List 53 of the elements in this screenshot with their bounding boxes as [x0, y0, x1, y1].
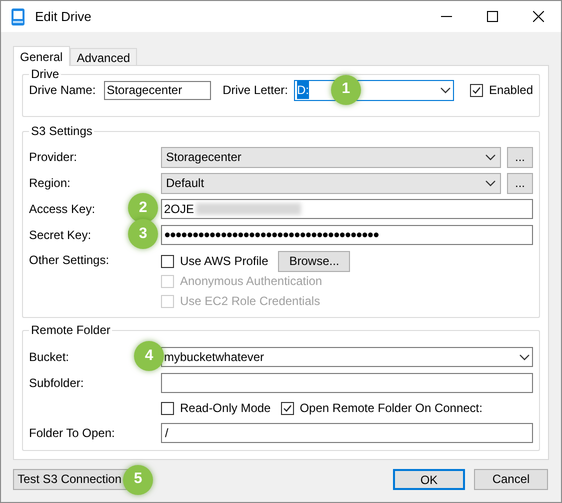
- field-label: Folder To Open:: [29, 426, 115, 440]
- tab[interactable]: Advanced: [70, 48, 138, 65]
- callout-badge: 1: [330, 74, 361, 104]
- bucket-dropdown[interactable]: mybucketwhatever: [161, 347, 533, 367]
- callout-badge: 4: [134, 341, 164, 371]
- app-icon: [11, 8, 25, 26]
- subfolder-field[interactable]: [161, 373, 533, 393]
- checkbox[interactable]: [161, 254, 174, 268]
- checkbox-label: Enabled: [488, 82, 533, 99]
- dropdown[interactable]: Storagecenter: [161, 146, 502, 168]
- field-label: Secret Key:: [29, 228, 92, 242]
- checkbox[interactable]: [161, 402, 174, 414]
- field-label: Provider:: [29, 150, 78, 164]
- ok-button[interactable]: OK: [393, 468, 465, 490]
- field-label: Subfolder:: [29, 376, 84, 390]
- chevron-down-icon: [485, 180, 496, 186]
- field-label: Bucket:: [29, 350, 70, 364]
- enabled-checkbox[interactable]: [470, 84, 483, 96]
- drive-name-field[interactable]: Storagecenter: [104, 80, 211, 100]
- checkbox-label: Use AWS Profile: [180, 253, 268, 270]
- checkbox-label: Open Remote Folder On Connect:: [300, 400, 482, 417]
- group-title: S3 Settings: [29, 124, 94, 138]
- text-field[interactable]: 2OJE: [161, 199, 533, 219]
- ellipsis-button[interactable]: ...: [507, 172, 533, 194]
- checkbox[interactable]: [280, 402, 294, 414]
- text-field[interactable]: ●●●●●●●●●●●●●●●●●●●●●●●●●●●●●●●●●●●●●●: [161, 225, 533, 245]
- folder-to-open-field[interactable]: /: [161, 423, 533, 443]
- chevron-down-icon: [485, 154, 496, 160]
- checkbox-label: Anonymous Authentication: [180, 273, 322, 290]
- field-label: Region:: [29, 176, 70, 190]
- chevron-down-icon: [519, 354, 530, 360]
- dropdown[interactable]: Default: [161, 172, 502, 194]
- cancel-button[interactable]: Cancel: [474, 468, 548, 490]
- tab[interactable]: General: [13, 46, 70, 66]
- group-title: Remote Folder: [29, 323, 112, 337]
- field-label: Drive Letter:: [222, 82, 288, 99]
- selected-text: D:: [296, 81, 309, 99]
- minimize-icon: [440, 16, 452, 18]
- field-label: Access Key:: [29, 202, 96, 216]
- browse-button[interactable]: Browse...: [278, 250, 350, 272]
- checkbox-label: Read-Only Mode: [180, 400, 271, 417]
- callout-badge: 5: [123, 464, 153, 494]
- ellipsis-button[interactable]: ...: [507, 146, 533, 168]
- group-title: Drive: [29, 67, 62, 81]
- maximize-icon: [486, 11, 498, 22]
- callout-badge: 2: [128, 193, 158, 223]
- field-label: Other Settings:: [29, 253, 110, 267]
- checkbox-label: Use EC2 Role Credentials: [180, 293, 320, 310]
- callout-badge: 3: [128, 219, 158, 249]
- field-label: Drive Name:: [29, 82, 96, 99]
- window-title: Edit Drive: [35, 8, 92, 26]
- close-icon: [532, 11, 544, 22]
- chevron-down-icon: [440, 86, 451, 94]
